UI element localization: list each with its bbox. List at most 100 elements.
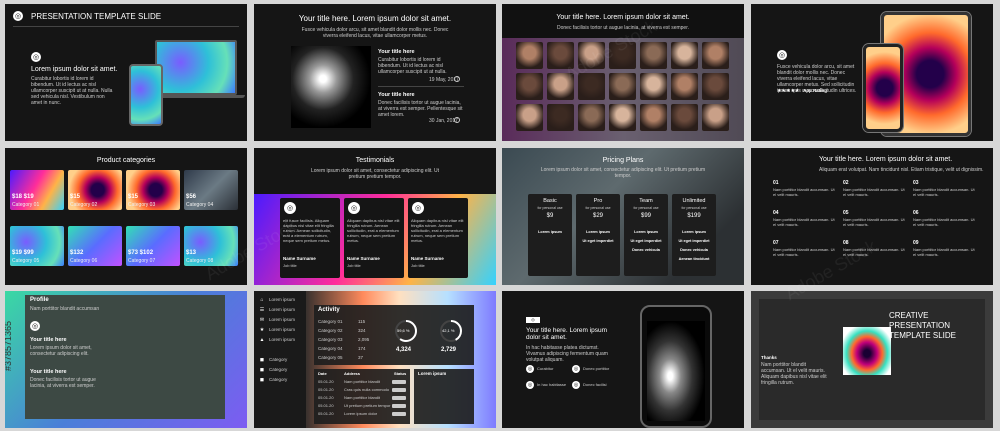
portrait-photo[interactable] bbox=[516, 42, 543, 69]
category-price: $19 $99 bbox=[12, 250, 34, 256]
portrait-photo[interactable] bbox=[547, 104, 574, 131]
portrait-photo[interactable] bbox=[640, 104, 667, 131]
slide-phone-feature[interactable]: ◎ Your title here. Lorem ipsum dolor sit… bbox=[502, 291, 744, 428]
slide-presentation-title[interactable]: ◎ PRESENTATION TEMPLATE SLIDE ◎ Lorem ip… bbox=[5, 4, 247, 141]
table-address: Nam porttitor blandit bbox=[344, 379, 381, 384]
menu-item[interactable]: Category bbox=[269, 367, 287, 373]
slide-pricing-plans[interactable]: Pricing Plans Lorem ipsum dolor sit amet… bbox=[502, 148, 744, 285]
menu-item[interactable]: Lorem ipsum bbox=[269, 317, 295, 323]
menu-icon: ▲ bbox=[259, 337, 265, 343]
portrait-photo[interactable] bbox=[702, 73, 729, 100]
portrait-photo[interactable] bbox=[516, 73, 543, 100]
body-text: Nam porttitor blandit accumsan. Ut el ve… bbox=[761, 362, 827, 386]
item-text: Nam porttitor blandit accumsan. Ut el ve… bbox=[773, 247, 835, 257]
side-panel bbox=[414, 369, 474, 424]
activity-category: Category 05 bbox=[318, 355, 343, 360]
menu-icon: ◼ bbox=[259, 367, 265, 373]
activity-value: 2,095 bbox=[358, 337, 370, 342]
slide-title: Pricing Plans bbox=[602, 157, 644, 164]
slide-app-rating[interactable]: ◎ Fusce vehicula dolor arcu, sit amet bl… bbox=[751, 4, 993, 141]
activity-value: 174 bbox=[358, 346, 366, 351]
menu-item[interactable]: Category bbox=[269, 357, 287, 363]
feature-label: Curabitur bbox=[537, 366, 554, 371]
portrait-photo[interactable] bbox=[516, 104, 543, 131]
item-text: Nam porttitor blandit accumsan. Ut el ve… bbox=[843, 187, 905, 197]
plan-feature: Donec vehicula bbox=[632, 248, 660, 252]
feature-icon: ◎ bbox=[572, 381, 580, 389]
stock-id: #378571365 bbox=[5, 320, 14, 372]
feature-icon: ◎ bbox=[526, 381, 534, 389]
plan-name: Basic bbox=[543, 198, 557, 204]
activity-value: 324 bbox=[358, 328, 366, 333]
portrait-photo[interactable] bbox=[609, 73, 636, 100]
item-number: 03 bbox=[913, 180, 919, 186]
portrait-photo[interactable] bbox=[671, 73, 698, 100]
portrait-photo[interactable] bbox=[578, 104, 605, 131]
slide-timeline[interactable]: Your title here. Lorem ipsum dolor sit a… bbox=[254, 4, 496, 141]
portrait-photo[interactable] bbox=[609, 104, 636, 131]
menu-item[interactable]: Category bbox=[269, 377, 287, 383]
plan-feature: Ut eget imperdiet bbox=[582, 239, 614, 243]
table-address: Cras quis nulla commodo bbox=[344, 387, 390, 392]
activity-category: Category 01 bbox=[318, 319, 343, 324]
gauge-value: 4,324 bbox=[396, 347, 412, 353]
portrait-photo[interactable] bbox=[640, 42, 667, 69]
item-number: 05 bbox=[843, 210, 849, 216]
logo-icon: ◎ bbox=[31, 52, 41, 62]
menu-item[interactable]: Lorem ipsum bbox=[269, 297, 295, 303]
portrait-photo[interactable] bbox=[671, 104, 698, 131]
slide-numbered-list[interactable]: Your title here. Lorem ipsum dolor sit a… bbox=[751, 148, 993, 285]
item-number: 07 bbox=[773, 240, 779, 246]
item-title: Your title here bbox=[378, 92, 415, 98]
slide-profile[interactable]: Profile Nam porttitor blandit accumsan ◎… bbox=[5, 291, 247, 428]
plan-feature: Aenean tincidunt bbox=[678, 257, 710, 261]
panel-title: Profile bbox=[30, 297, 49, 303]
portrait-photo[interactable] bbox=[671, 42, 698, 69]
item-title: Your title here bbox=[30, 337, 67, 343]
menu-icon: ☰ bbox=[259, 307, 265, 313]
heading: Lorem ipsum dolor sit amet. bbox=[31, 66, 118, 73]
portrait-photo[interactable] bbox=[702, 42, 729, 69]
logo-icon: ◎ bbox=[30, 321, 40, 331]
thanks-label: Thanks bbox=[761, 355, 777, 360]
person-name: Name Surname bbox=[347, 256, 380, 261]
phone-screen bbox=[863, 44, 903, 132]
panel-subtitle: Nam porttitor blandit accumsan bbox=[30, 306, 100, 312]
menu-item[interactable]: Lorem ipsum bbox=[269, 337, 295, 343]
status-badge bbox=[392, 404, 406, 408]
table-header: Date bbox=[318, 371, 327, 376]
testimonial-text: Aliquam dapibus nisl vitae elit fringill… bbox=[347, 218, 400, 243]
body-text: In hac habitasse platea dictumst. Vivamu… bbox=[526, 345, 608, 363]
person-role: Job title bbox=[411, 263, 425, 268]
plan-feature: Ut eget imperdiet bbox=[630, 239, 662, 243]
panel-title: Lorem ipsum bbox=[418, 371, 447, 376]
activity-category: Category 03 bbox=[318, 337, 343, 342]
category-name: Category 07 bbox=[128, 258, 156, 264]
menu-item[interactable]: Lorem ipsum bbox=[269, 307, 295, 313]
slide-creative-title[interactable]: CREATIVE PRESENTATION TEMPLATE SLIDE Tha… bbox=[751, 291, 993, 428]
table-date: 05.01.20 bbox=[318, 395, 334, 400]
abstract-image bbox=[291, 46, 371, 128]
menu-icon: ◼ bbox=[259, 377, 265, 383]
feature-icon: ◎ bbox=[526, 365, 534, 373]
subtitle: Fusce vehicula dolor arcu, sit amet blan… bbox=[301, 27, 449, 39]
item-body: Lorem ipsum dolor sit amet, consectetur … bbox=[30, 345, 92, 357]
item-number: 06 bbox=[913, 210, 919, 216]
divider bbox=[13, 26, 239, 27]
plan-name: Unlimited bbox=[682, 198, 706, 204]
slide-photo-gallery[interactable]: Your title here. Lorem ipsum dolor sit a… bbox=[502, 4, 744, 141]
menu-icon: ◼ bbox=[259, 357, 265, 363]
feature-label: Donec porttitor bbox=[583, 366, 610, 371]
plan-name: Team bbox=[639, 198, 653, 204]
category-price: $18 $19 bbox=[12, 194, 34, 200]
person-role: Job title bbox=[283, 263, 297, 268]
subtitle: Lorem ipsum dolor sit amet, consectetur … bbox=[310, 168, 440, 180]
category-name: Category 06 bbox=[70, 258, 98, 264]
portrait-photo[interactable] bbox=[702, 104, 729, 131]
portrait-photo[interactable] bbox=[640, 73, 667, 100]
plan-price: $29 bbox=[592, 213, 603, 219]
feature-image bbox=[843, 327, 891, 375]
slide-dashboard[interactable]: ⌂ Lorem ipsum ☰ Lorem ipsum ✉ Lorem ipsum ★ Lor… bbox=[254, 291, 496, 428]
menu-item[interactable]: Lorem ipsum bbox=[269, 327, 295, 333]
table-address: Ut pretium pretium tempor bbox=[344, 403, 391, 408]
